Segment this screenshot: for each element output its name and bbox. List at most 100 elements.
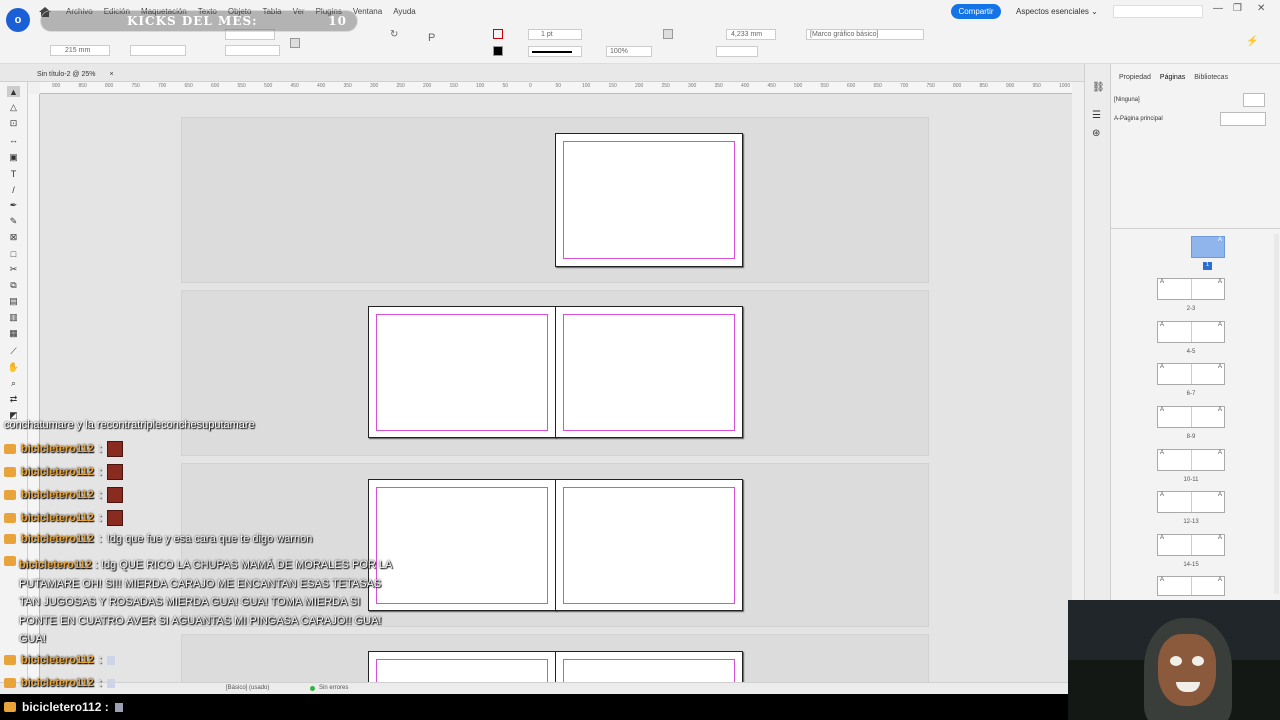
page-6[interactable] — [368, 651, 556, 682]
menu-ayuda[interactable]: Ayuda — [393, 7, 416, 16]
chat-separator: : — [98, 489, 102, 501]
spread-thumb[interactable]: AA — [1157, 321, 1225, 343]
type-tool-icon[interactable]: T — [7, 168, 20, 179]
chat-username: bicicletero112 — [21, 533, 94, 545]
stroke-swatch-icon[interactable] — [493, 46, 503, 56]
gap-tool-icon[interactable]: ↔ — [7, 134, 20, 145]
rectangle-tool-icon[interactable]: □ — [7, 248, 20, 259]
kicks-title: KICKS DEL MES: — [127, 14, 258, 28]
ruler-tick: 50 — [555, 83, 562, 89]
line-tool-icon[interactable]: / — [7, 184, 20, 195]
page-2[interactable] — [368, 306, 556, 438]
note-tool-icon[interactable]: ▦ — [7, 328, 20, 339]
content-collector-icon[interactable]: ▣ — [7, 152, 20, 163]
ruler-tick: 1000 — [1059, 83, 1071, 89]
links-icon[interactable]: ⛓ — [1092, 82, 1105, 93]
swap-colors-icon[interactable]: ⇄ — [7, 394, 20, 405]
tab-properties[interactable]: Propiedad — [1119, 74, 1151, 81]
workspace-select[interactable]: Aspectos esenciales ⌄ — [1016, 7, 1098, 16]
chat-long-message: bicicletero112 : !dg QUE RICO LA CHUPAS … — [3, 556, 393, 649]
gradient-tool-icon[interactable]: ▤ — [7, 296, 20, 307]
minimize-icon[interactable]: — — [1213, 3, 1223, 14]
ruler-tick: 650 — [184, 83, 193, 89]
ruler-tick: 750 — [131, 83, 140, 89]
page-1[interactable] — [555, 133, 743, 267]
status-errors[interactable]: Sin errores — [319, 685, 348, 691]
page-4[interactable] — [368, 479, 556, 611]
document-tab[interactable]: Sin título-2 @ 25% × — [30, 66, 114, 82]
document-title: Sin título-2 @ 25% — [37, 70, 96, 78]
selection-tool-icon[interactable]: ▲ — [7, 86, 20, 97]
master-a-thumb[interactable] — [1220, 112, 1266, 126]
rotate-icon[interactable]: ↻ — [390, 29, 398, 40]
chat-separator: : — [98, 512, 102, 524]
master-none-thumb[interactable] — [1243, 93, 1265, 107]
tab-libraries[interactable]: Bibliotecas — [1194, 74, 1228, 81]
paragraph-icon[interactable]: P — [428, 32, 435, 44]
corner-field[interactable] — [716, 46, 758, 57]
color-icon[interactable]: ⊛ — [1092, 128, 1100, 139]
panel-tabs: Propiedad Páginas Bibliotecas — [1111, 74, 1280, 81]
spread-thumb[interactable]: AA — [1157, 449, 1225, 471]
opacity-field[interactable]: 100% — [606, 46, 652, 57]
rectangle-frame-tool-icon[interactable]: ⊠ — [7, 232, 20, 243]
status-style[interactable]: [Básico] (usado) — [226, 685, 269, 691]
dimension-field[interactable]: 4,233 mm — [726, 29, 776, 40]
chat-separator: : — [98, 466, 102, 478]
chat-username: bicicletero112 — [21, 677, 94, 689]
spread-label: 12-13 — [1183, 519, 1199, 525]
align-icon[interactable] — [663, 29, 673, 39]
constrain-icon[interactable] — [290, 38, 300, 48]
height-field[interactable] — [130, 45, 186, 56]
page-tool-icon[interactable]: ⊡ — [7, 118, 20, 129]
page-5[interactable] — [555, 479, 743, 611]
fill-swatch-icon[interactable] — [493, 29, 503, 39]
spread-label: 2-3 — [1186, 306, 1196, 312]
eyedropper-tool-icon[interactable]: ⟋ — [7, 346, 20, 357]
width-field[interactable]: 215 mm — [50, 45, 110, 56]
direct-selection-tool-icon[interactable]: △ — [7, 102, 20, 113]
margin-guide — [563, 314, 735, 431]
scissors-tool-icon[interactable]: ✂ — [7, 264, 20, 275]
spread-thumb[interactable]: AA — [1157, 576, 1225, 596]
layers-icon[interactable]: ☰ — [1092, 110, 1101, 121]
zoom-tool-icon[interactable]: ⌕ — [7, 378, 20, 389]
webcam-eye — [1170, 656, 1182, 666]
pen-tool-icon[interactable]: ✒ — [7, 200, 20, 211]
webcam-eye — [1192, 656, 1204, 666]
hand-tool-icon[interactable]: ✋ — [7, 362, 20, 373]
close-icon[interactable]: ✕ — [1257, 3, 1265, 14]
master-none-label[interactable]: [Ninguna] — [1114, 97, 1140, 103]
object-style-select[interactable]: [Marco gráfico básico] — [806, 29, 924, 40]
lightning-icon[interactable]: ⚡ — [1246, 36, 1258, 47]
ruler-tick: 300 — [688, 83, 697, 89]
spread-thumb[interactable]: AA — [1157, 278, 1225, 300]
stroke-type-select[interactable] — [528, 46, 582, 57]
spread-thumb[interactable]: AA — [1157, 534, 1225, 556]
chat-username: bicicletero112 — [21, 512, 94, 524]
ruler-tick: 50 — [502, 83, 509, 89]
chat-separator: : — [98, 654, 102, 666]
pencil-tool-icon[interactable]: ✎ — [7, 216, 20, 227]
tab-pages[interactable]: Páginas — [1160, 74, 1185, 81]
gradient-feather-tool-icon[interactable]: ▥ — [7, 312, 20, 323]
menu-ventana[interactable]: Ventana — [353, 7, 382, 16]
spread-thumb[interactable]: AA — [1157, 406, 1225, 428]
search-input[interactable] — [1113, 5, 1203, 18]
spread-thumb[interactable]: AA — [1157, 363, 1225, 385]
page-3[interactable] — [555, 306, 743, 438]
y-field[interactable] — [225, 45, 280, 56]
page-7[interactable] — [555, 651, 743, 682]
master-a-label[interactable]: A-Página principal — [1114, 116, 1163, 122]
close-tab-icon[interactable]: × — [109, 71, 113, 78]
margin-guide — [563, 487, 735, 604]
share-button[interactable]: Compartir — [951, 4, 1001, 19]
chat-username: bicicletero112 — [21, 466, 94, 478]
spread-thumb[interactable]: AA — [1157, 491, 1225, 513]
stroke-weight-field[interactable]: 1 pt — [528, 29, 582, 40]
maximize-icon[interactable]: ❐ — [1233, 3, 1242, 14]
stroke-weight-value: 1 pt — [541, 31, 553, 38]
page-1-thumb[interactable]: A — [1191, 236, 1225, 258]
pages-scrollbar[interactable] — [1274, 234, 1279, 594]
free-transform-tool-icon[interactable]: ⧉ — [7, 280, 20, 291]
